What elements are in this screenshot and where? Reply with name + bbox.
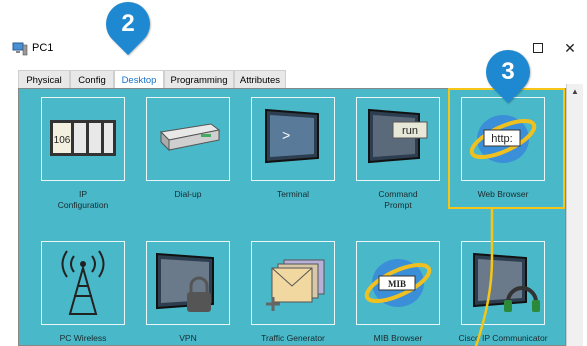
mib-icon-text: MIB [388,279,406,289]
ip-config-icon: 106 [50,120,116,156]
traffic-generator-icon [266,259,325,311]
app-label: Terminal [276,189,310,199]
close-icon: ✕ [564,40,576,56]
pc-wireless-tile[interactable] [41,241,125,325]
app-label: IP Configuration [57,189,109,210]
app-label: Cisco IP Communicator [458,333,548,343]
mib-browser-tile[interactable]: MIB [356,241,440,325]
ip-config-tile[interactable]: 106 [41,97,125,181]
scroll-up-arrow-icon[interactable]: ▲ [567,84,583,100]
close-button[interactable]: ✕ [556,38,584,58]
callout-connector-line [474,209,494,346]
maximize-icon [533,43,543,53]
command-icon-text: run [402,125,418,137]
app-label: Command Prompt [378,189,418,210]
callout-number-2: 2 [121,10,135,37]
app-label: Traffic Generator [261,333,325,343]
app-label: VPN [179,333,197,343]
vpn-tile[interactable] [146,241,230,325]
modem-icon [159,123,221,152]
mib-browser-icon: MIB [364,259,432,307]
web-browser-highlight [448,88,565,209]
traffic-generator-tile[interactable] [251,241,335,325]
command-prompt-tile[interactable]: run [356,97,440,181]
wireless-antenna-icon [61,250,105,315]
desktop-scrollbar[interactable]: ▲ [566,84,583,346]
vpn-lock-icon [156,252,214,312]
window-title: PC1 [32,42,54,54]
dial-up-tile[interactable] [146,97,230,181]
command-prompt-icon: run [368,108,428,164]
app-label: PC Wireless [59,333,107,343]
terminal-tile[interactable]: > [251,97,335,181]
callout-number-3: 3 [501,58,515,85]
app-label: MIB Browser [373,333,423,343]
ip-icon-text: 106 [54,135,71,146]
terminal-icon: > [265,108,319,164]
app-label: Dial-up [174,189,202,199]
pc-window-icon [12,42,28,56]
terminal-icon-text: > [282,129,290,145]
